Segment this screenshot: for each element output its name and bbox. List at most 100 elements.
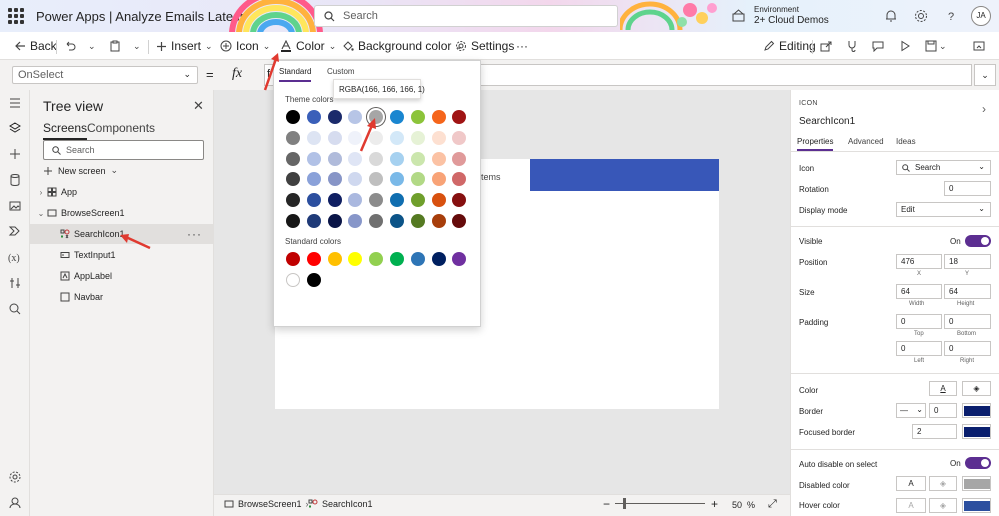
insert-button[interactable]: Insert ⌄ [156, 32, 213, 60]
tree-item-browsescreen1[interactable]: ⌄ BrowseScreen1 [30, 203, 214, 223]
theme-color-swatch[interactable] [286, 151, 300, 166]
tab-advanced[interactable]: Advanced [848, 137, 884, 146]
position-x-input[interactable]: 476 [896, 254, 942, 269]
width-input[interactable]: 64 [896, 284, 942, 299]
help-icon[interactable]: ? [944, 9, 958, 23]
theme-color-swatch[interactable] [286, 110, 300, 124]
control-name[interactable]: SearchIcon1 [799, 116, 855, 127]
chevron-right-icon[interactable]: › [35, 188, 47, 197]
theme-color-swatch[interactable] [431, 110, 446, 124]
back-button[interactable]: Back [14, 32, 57, 60]
color-button[interactable]: Color ⌄ [280, 32, 336, 60]
fit-to-window-icon[interactable]: ⤢ [768, 498, 777, 511]
hover-color-button[interactable]: A [896, 498, 926, 513]
status-control-breadcrumb[interactable]: SearchIcon1 [308, 499, 373, 509]
background-color-button[interactable]: Background color ⌄ [342, 32, 463, 60]
publish-button[interactable] [973, 32, 985, 60]
app-checker-button[interactable] [846, 32, 858, 60]
property-dropdown[interactable]: OnSelect ⌄ [12, 66, 198, 84]
standard-color-swatch[interactable] [306, 273, 321, 287]
theme-color-swatch[interactable] [410, 214, 425, 228]
disabled-fill-button[interactable]: ◈ [929, 476, 957, 491]
tab-components[interactable]: Components [87, 121, 155, 135]
theme-color-swatch[interactable] [410, 110, 425, 124]
chevron-right-icon[interactable]: › [982, 102, 986, 116]
hamburger-icon[interactable] [8, 96, 22, 110]
gear-icon[interactable] [914, 9, 928, 23]
plus-icon[interactable] [8, 147, 22, 161]
theme-color-swatch[interactable] [390, 110, 404, 124]
zoom-out-button[interactable]: − [603, 497, 610, 511]
theme-color-swatch[interactable] [327, 172, 342, 187]
theme-color-swatch[interactable] [306, 110, 321, 124]
new-screen-button[interactable]: New screen ⌄ [43, 165, 118, 176]
paste-dropdown[interactable]: ⌄ [133, 32, 141, 60]
global-search-input[interactable]: Search [314, 5, 618, 27]
virtual-agent-icon[interactable] [8, 496, 22, 510]
bell-icon[interactable] [884, 9, 898, 23]
standard-color-swatch[interactable] [390, 252, 404, 266]
tree-item-applabel[interactable]: AppLabel [30, 266, 214, 286]
zoom-in-button[interactable]: + [711, 497, 718, 511]
media-icon[interactable] [8, 199, 22, 213]
theme-color-swatch[interactable] [286, 214, 300, 228]
power-automate-icon[interactable] [8, 224, 22, 238]
tools-icon[interactable] [8, 276, 22, 290]
disabled-color-picker[interactable] [962, 476, 991, 491]
padding-right-input[interactable]: 0 [944, 341, 991, 356]
standard-color-swatch[interactable] [431, 252, 446, 266]
theme-color-swatch[interactable] [410, 193, 425, 208]
theme-color-swatch[interactable] [369, 151, 384, 166]
environment-selector[interactable]: 2+ Cloud Demos [754, 15, 829, 26]
theme-color-swatch[interactable] [306, 214, 321, 228]
tab-screens[interactable]: Screens [43, 121, 88, 140]
save-dropdown[interactable]: ⌄ [939, 32, 947, 60]
tab-ideas[interactable]: Ideas [896, 137, 916, 146]
theme-color-swatch[interactable] [286, 130, 300, 145]
standard-color-swatch[interactable] [306, 252, 321, 266]
disabled-color-button[interactable]: A [896, 476, 926, 491]
theme-color-swatch[interactable] [327, 193, 342, 208]
display-mode-dropdown[interactable]: Edit ⌄ [896, 202, 991, 217]
gear-icon[interactable] [8, 470, 22, 484]
tab-custom[interactable]: Custom [327, 67, 355, 76]
preview-button[interactable] [899, 32, 911, 60]
theme-color-swatch[interactable] [327, 130, 342, 145]
theme-color-swatch[interactable] [327, 151, 342, 166]
search-icon[interactable] [8, 302, 22, 316]
standard-color-swatch[interactable] [327, 252, 342, 266]
padding-bottom-input[interactable]: 0 [944, 314, 991, 329]
border-color-picker[interactable] [962, 403, 991, 418]
close-icon[interactable]: ✕ [193, 98, 204, 114]
theme-color-swatch[interactable] [410, 130, 425, 145]
auto-disable-toggle[interactable] [965, 457, 991, 469]
comments-button[interactable] [872, 32, 884, 60]
theme-color-swatch[interactable] [306, 151, 321, 166]
icon-dropdown[interactable]: Search ⌄ [896, 160, 991, 175]
theme-color-swatch[interactable] [390, 151, 404, 166]
theme-color-swatch[interactable] [410, 151, 425, 166]
tab-standard[interactable]: Standard [279, 67, 312, 82]
fill-picker-button[interactable]: ◈ [962, 381, 991, 396]
navbar-rectangle[interactable] [530, 159, 719, 191]
theme-color-swatch[interactable] [431, 130, 446, 145]
theme-color-swatch[interactable] [390, 214, 404, 228]
undo-dropdown[interactable]: ⌄ [88, 32, 96, 60]
editing-mode-button[interactable]: Editing [763, 32, 816, 60]
user-avatar[interactable]: JA [971, 6, 991, 26]
more-commands-button[interactable]: ··· [516, 32, 528, 60]
zoom-slider-track[interactable] [615, 503, 705, 504]
tree-search-input[interactable]: Search [43, 140, 204, 160]
focused-border-color-picker[interactable] [962, 424, 991, 439]
tree-item-app[interactable]: › App [30, 182, 214, 202]
position-y-input[interactable]: 18 [944, 254, 991, 269]
hover-fill-button[interactable]: ◈ [929, 498, 957, 513]
more-options-button[interactable]: ··· [187, 227, 202, 241]
save-button[interactable] [925, 32, 937, 60]
border-style-dropdown[interactable]: — ⌄ [896, 403, 926, 418]
padding-top-input[interactable]: 0 [896, 314, 942, 329]
fx-button[interactable]: fx [224, 64, 258, 86]
theme-color-swatch[interactable] [327, 110, 342, 124]
color-picker-button[interactable]: A [929, 381, 957, 396]
focused-border-input[interactable]: 2 [912, 424, 957, 439]
